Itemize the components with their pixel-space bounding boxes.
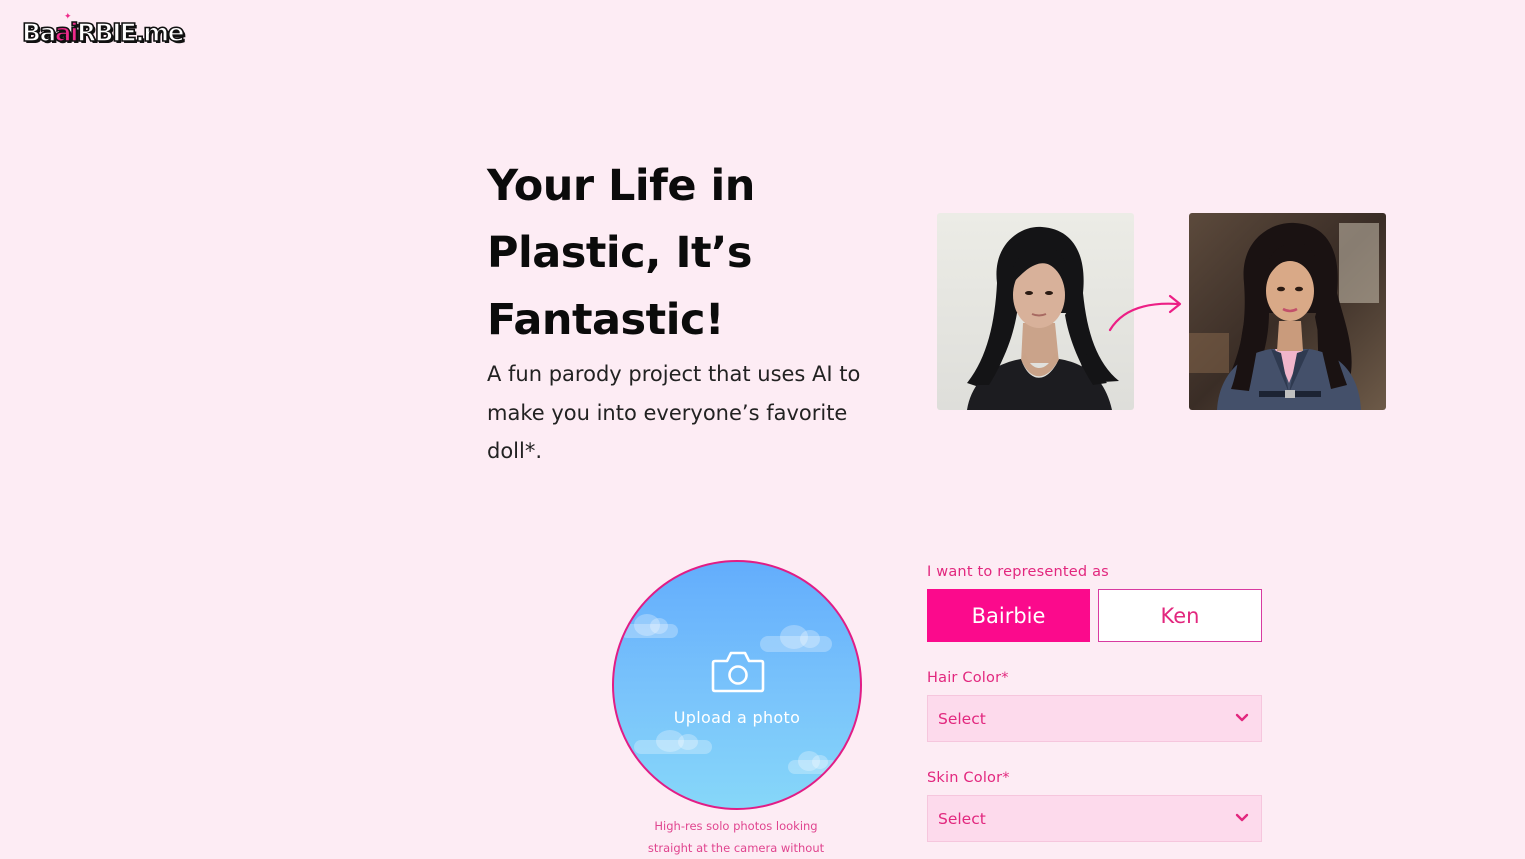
skin-color-select[interactable]: Select	[927, 795, 1262, 842]
upload-photo-button[interactable]: Upload a photo	[612, 560, 862, 810]
sparkle-icon: ✦	[64, 12, 72, 22]
represent-label: I want to represented as	[927, 564, 1109, 580]
cloud-decoration	[760, 625, 832, 652]
logo-text-start: Ba	[21, 18, 57, 47]
hero-subtitle: A fun parody project that uses AI to mak…	[487, 362, 861, 463]
cloud-decoration	[788, 751, 838, 774]
logo-text-end: RBIE.me	[76, 18, 185, 47]
cloud-decoration	[620, 614, 678, 638]
ken-option-button[interactable]: Ken	[1098, 589, 1262, 642]
after-doll-photo	[1189, 213, 1386, 410]
camera-icon	[711, 651, 765, 693]
chevron-down-icon	[1235, 713, 1249, 722]
hair-color-value: Select	[938, 709, 986, 728]
chevron-down-icon	[1235, 813, 1249, 822]
cloud-decoration	[634, 730, 712, 754]
hair-color-label: Hair Color*	[927, 670, 1009, 686]
logo[interactable]: BaaiRBIE.me ✦	[21, 13, 185, 47]
hero-title: Your Life in Plastic, It’s Fantastic!	[487, 161, 755, 345]
skin-color-label: Skin Color*	[927, 770, 1010, 786]
hair-color-select[interactable]: Select	[927, 695, 1262, 742]
bairbie-option-button[interactable]: Bairbie	[927, 589, 1090, 642]
upload-label: Upload a photo	[673, 708, 801, 727]
curved-arrow-icon	[1108, 294, 1182, 332]
skin-color-value: Select	[938, 809, 986, 828]
logo-text-ai: ai	[54, 18, 79, 47]
upload-hint: High-res solo photos looking straight at…	[647, 819, 825, 855]
